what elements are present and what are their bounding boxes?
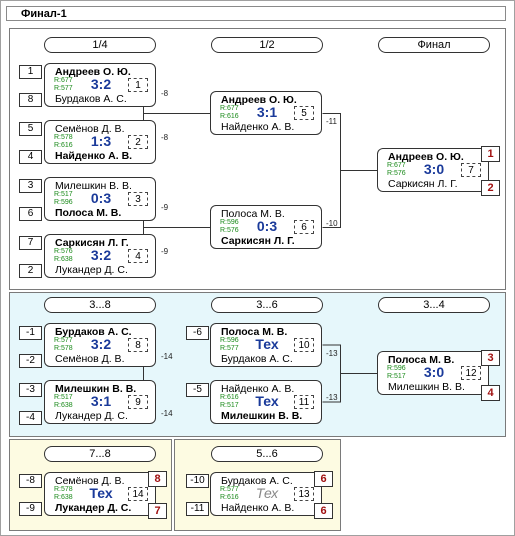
seed-box: -6 [186,326,209,340]
place-badge: 2 [481,180,500,196]
match-11[interactable]: Найденко А. В. R:616 R:517 Тех 11 Милешк… [210,380,322,424]
match-number: 3 [128,192,148,206]
place-badge: 3 [481,350,500,366]
round-header-3-8: 3...8 [44,297,156,313]
match-number: 11 [294,395,314,409]
match-5[interactable]: Андреев О. Ю. R:677 R:616 3:1 5 Найденко… [210,91,322,135]
loser-ref: -11 [326,117,337,126]
player-bottom: Лукандер Д. С. [55,410,128,422]
match-number: 6 [294,220,314,234]
loser-ref: -9 [161,203,169,212]
player-bottom: Бурдаков А. С. [55,93,127,105]
loser-ref: -8 [161,133,169,142]
player-bottom: Бурдаков А. С. [221,353,293,365]
loser-ref: -9 [161,247,169,256]
place-badge: 8 [148,471,167,487]
seed-box: -8 [19,474,42,488]
match-7-final[interactable]: Андреев О. Ю. R:677 R:576 3:0 7 Саркисян… [377,148,489,192]
player-bottom: Милешкин В. В. [388,381,465,393]
player-bottom: Найденко А. В. [221,121,295,133]
player-bottom: Лукандер Д. С. [55,264,128,276]
place-badge: 1 [481,146,500,162]
round-header-semifinal: 1/2 [211,37,323,53]
match-number: 7 [461,163,481,177]
place-badge: 7 [148,503,167,519]
loser-ref: -13 [326,393,338,402]
match-14[interactable]: Семёнов Д. В. R:578 R:638 Тех 14 Луканде… [44,472,156,516]
player-bottom: Лукандер Д. С. [55,502,132,514]
place-badge: 4 [481,385,500,401]
seed-box: -11 [186,502,209,516]
seed-box: 2 [19,264,42,278]
match-12[interactable]: Полоса М. В. R:596 R:517 3:0 12 Милешкин… [377,351,489,395]
round-header-quarterfinal: 1/4 [44,37,156,53]
place-badge: 6 [314,471,333,487]
match-number: 1 [128,78,148,92]
seed-box: 6 [19,207,42,221]
round-header-5-6: 5...6 [211,446,323,462]
match-4[interactable]: Саркисян Л. Г. R:576 R:638 3:2 4 Луканде… [44,234,156,278]
loser-ref: -8 [161,89,169,98]
round-header-3-6: 3...6 [211,297,323,313]
seed-box: 7 [19,236,42,250]
player-bottom: Найденко А. В. [55,150,133,162]
round-header-7-8: 7...8 [44,446,156,462]
match-number: 13 [294,487,314,501]
match-9[interactable]: Милешкин В. В. R:517 R:638 3:1 9 Луканде… [44,380,156,424]
match-number: 10 [294,338,314,352]
seed-box: 4 [19,150,42,164]
seed-box: 3 [19,179,42,193]
seed-box: -2 [19,354,42,368]
player-bottom: Саркисян Л. Г. [221,235,295,247]
seed-box: 8 [19,93,42,107]
seed-box: -9 [19,502,42,516]
match-2[interactable]: Семёнов Д. В. R:578 R:616 1:3 2 Найденко… [44,120,156,164]
seed-box: -3 [19,383,42,397]
round-header-final: Финал [378,37,490,53]
match-number: 9 [128,395,148,409]
seed-box: -5 [186,383,209,397]
loser-ref: -13 [326,349,338,358]
match-13[interactable]: Бурдаков А. С. R:577 R:616 Тех 13 Найден… [210,472,322,516]
match-1[interactable]: Андреев О. Ю. R:677 R:577 3:2 1 Бурдаков… [44,63,156,107]
match-number: 12 [461,366,481,380]
seed-box: 1 [19,65,42,79]
match-number: 5 [294,106,314,120]
round-header-3-4: 3...4 [378,297,490,313]
player-bottom: Семёнов Д. В. [55,353,125,365]
match-number: 4 [128,249,148,263]
seed-box: -1 [19,326,42,340]
match-number: 14 [128,487,148,501]
seed-box: -4 [19,411,42,425]
match-6[interactable]: Полоса М. В. R:596 R:576 0:3 6 Саркисян … [210,205,322,249]
seed-box: -10 [186,474,209,488]
loser-ref: -14 [161,352,173,361]
player-bottom: Найденко А. В. [221,502,295,514]
loser-ref: -10 [326,219,338,228]
player-bottom: Полоса М. В. [55,207,122,219]
match-number: 2 [128,135,148,149]
match-3[interactable]: Милешкин В. В. R:517 R:596 0:3 3 Полоса … [44,177,156,221]
player-bottom: Саркисян Л. Г. [388,178,458,190]
match-10[interactable]: Полоса М. В. R:596 R:577 Тех 10 Бурдаков… [210,323,322,367]
match-8[interactable]: Бурдаков А. С. R:577 R:578 3:2 8 Семёнов… [44,323,156,367]
place-badge: 6 [314,503,333,519]
loser-ref: -14 [161,409,173,418]
player-bottom: Милешкин В. В. [221,410,303,422]
match-number: 8 [128,338,148,352]
seed-box: 5 [19,122,42,136]
